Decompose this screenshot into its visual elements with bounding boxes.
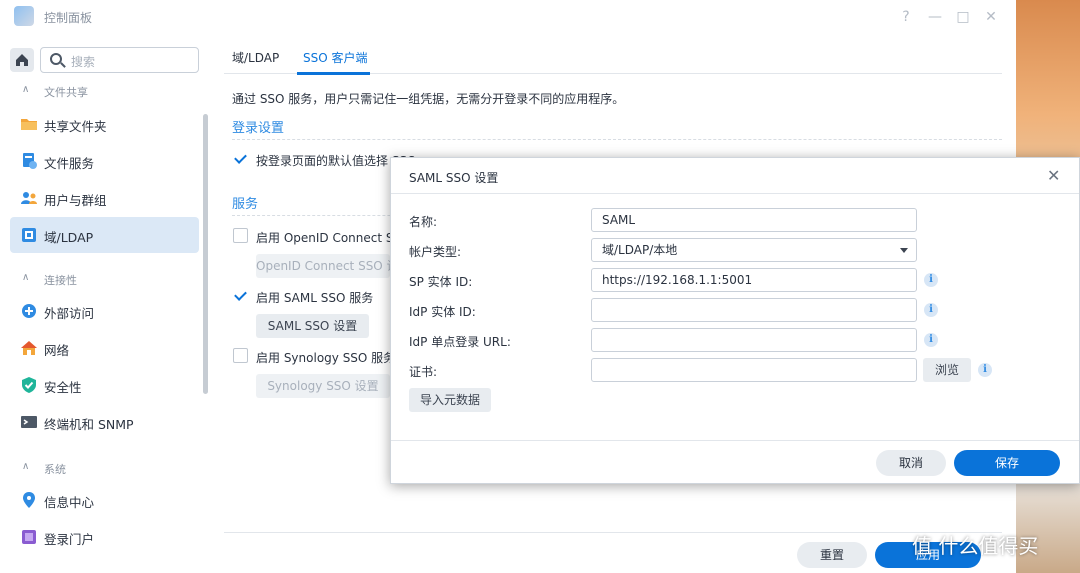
sidebar-item-security[interactable]: 安全性 [10, 367, 199, 403]
sidebar-item-file-services[interactable]: 文件服务 [10, 143, 199, 179]
account-type-label: 帐户类型: [409, 245, 462, 259]
title-bar: 控制面板 ? — □ ✕ [0, 0, 1016, 34]
idp-entity-id-label: IdP 实体 ID: [409, 305, 476, 319]
window-title: 控制面板 [44, 11, 93, 25]
synology-checkbox[interactable] [233, 348, 248, 363]
help-icon[interactable]: ? [897, 8, 915, 26]
home-button[interactable] [10, 48, 34, 72]
domain-icon [22, 228, 36, 242]
search-placeholder: 搜索 [71, 55, 96, 69]
dialog-title: SAML SSO 设置 [409, 171, 499, 185]
browse-button[interactable]: 浏览 [923, 358, 971, 382]
dialog-footer-divider [391, 440, 1079, 441]
sidebar-item-users-groups[interactable]: 用户与群组 [10, 180, 199, 216]
sidebar-scrollbar[interactable] [203, 114, 208, 394]
section-header-file-sharing[interactable]: ∧ 文件共享 [0, 80, 200, 104]
saml-settings-button[interactable]: SAML SSO 设置 [256, 314, 369, 338]
close-icon[interactable]: ✕ [1047, 166, 1060, 185]
search-input[interactable]: 搜索 [40, 47, 199, 73]
section-header-connectivity[interactable]: ∧ 连接性 [0, 268, 200, 292]
users-icon [21, 192, 37, 204]
info-center-icon [23, 492, 35, 508]
chevron-up-icon: ∧ [22, 272, 30, 283]
info-icon[interactable]: i [924, 303, 938, 317]
dialog-header-divider [391, 193, 1079, 194]
terminal-icon [21, 416, 37, 428]
sp-entity-id-field[interactable]: https://192.168.1.1:5001 [591, 268, 917, 292]
account-type-value: 域/LDAP/本地 [602, 243, 678, 257]
maximize-icon[interactable]: □ [954, 8, 972, 26]
minimize-icon[interactable]: — [926, 8, 944, 26]
chevron-up-icon: ∧ [22, 84, 30, 95]
default-sso-checkbox[interactable] [233, 151, 248, 166]
reset-button[interactable]: 重置 [797, 542, 867, 568]
login-settings-title: 登录设置 [232, 121, 285, 136]
file-service-icon [23, 153, 37, 169]
home-icon [16, 54, 28, 66]
shield-icon [22, 377, 36, 393]
name-field[interactable]: SAML [591, 208, 917, 232]
login-portal-icon [22, 530, 36, 544]
sidebar-item-login-portal[interactable]: 登录门户 [10, 519, 199, 555]
active-tab-indicator [297, 72, 370, 75]
sso-description: 通过 SSO 服务，用户只需记住一组凭据，无需分开登录不同的应用程序。 [232, 92, 625, 106]
external-access-icon [22, 304, 36, 318]
watermark: 值 什么值得买 [912, 534, 1039, 558]
sidebar: 搜索 ∧ 文件共享 共享文件夹 文件服务 用户与群组 域/LDAP ∧ 连接性 [0, 34, 210, 573]
control-panel-app-icon [14, 6, 34, 26]
sidebar-item-external-access[interactable]: 外部访问 [10, 293, 199, 329]
services-title: 服务 [232, 197, 259, 212]
sidebar-item-shared-folder[interactable]: 共享文件夹 [10, 106, 199, 142]
info-icon[interactable]: i [978, 363, 992, 377]
tab-sso-client[interactable]: SSO 客户端 [303, 49, 368, 66]
sidebar-item-network[interactable]: 网络 [10, 330, 199, 366]
openid-settings-button[interactable]: OpenID Connect SSO 设置 [256, 254, 390, 278]
network-icon [21, 341, 37, 355]
cancel-button[interactable]: 取消 [876, 450, 946, 476]
idp-sso-url-label: IdP 单点登录 URL: [409, 335, 511, 349]
idp-entity-id-field[interactable] [591, 298, 917, 322]
tab-domain-ldap[interactable]: 域/LDAP [232, 49, 279, 66]
synology-label: 启用 Synology SSO 服务 [256, 351, 396, 365]
name-label: 名称: [409, 215, 438, 229]
account-type-select[interactable]: 域/LDAP/本地 [591, 238, 917, 262]
sp-entity-id-label: SP 实体 ID: [409, 275, 473, 289]
saml-sso-settings-dialog: SAML SSO 设置 ✕ 名称: SAML 帐户类型: 域/LDAP/本地 S… [390, 157, 1080, 484]
chevron-up-icon: ∧ [22, 461, 30, 472]
certificate-label: 证书: [409, 365, 438, 379]
footer-divider [224, 532, 1002, 533]
openid-checkbox[interactable] [233, 228, 248, 243]
chevron-down-icon [900, 248, 908, 253]
close-icon[interactable]: ✕ [982, 8, 1000, 26]
sidebar-item-info-center[interactable]: 信息中心 [10, 482, 199, 518]
saml-label: 启用 SAML SSO 服务 [256, 291, 374, 305]
info-icon[interactable]: i [924, 333, 938, 347]
synology-settings-button[interactable]: Synology SSO 设置 [256, 374, 390, 398]
search-icon [50, 53, 62, 65]
import-metadata-button[interactable]: 导入元数据 [409, 388, 491, 412]
save-button[interactable]: 保存 [954, 450, 1060, 476]
idp-sso-url-field[interactable] [591, 328, 917, 352]
sidebar-item-domain-ldap[interactable]: 域/LDAP [10, 217, 199, 253]
section-header-system[interactable]: ∧ 系统 [0, 457, 200, 481]
sidebar-item-terminal-snmp[interactable]: 终端机和 SNMP [10, 404, 199, 440]
certificate-field[interactable] [591, 358, 917, 382]
saml-checkbox[interactable] [233, 288, 248, 303]
folder-icon [21, 119, 37, 130]
section-divider [232, 139, 1002, 140]
info-icon[interactable]: i [924, 273, 938, 287]
